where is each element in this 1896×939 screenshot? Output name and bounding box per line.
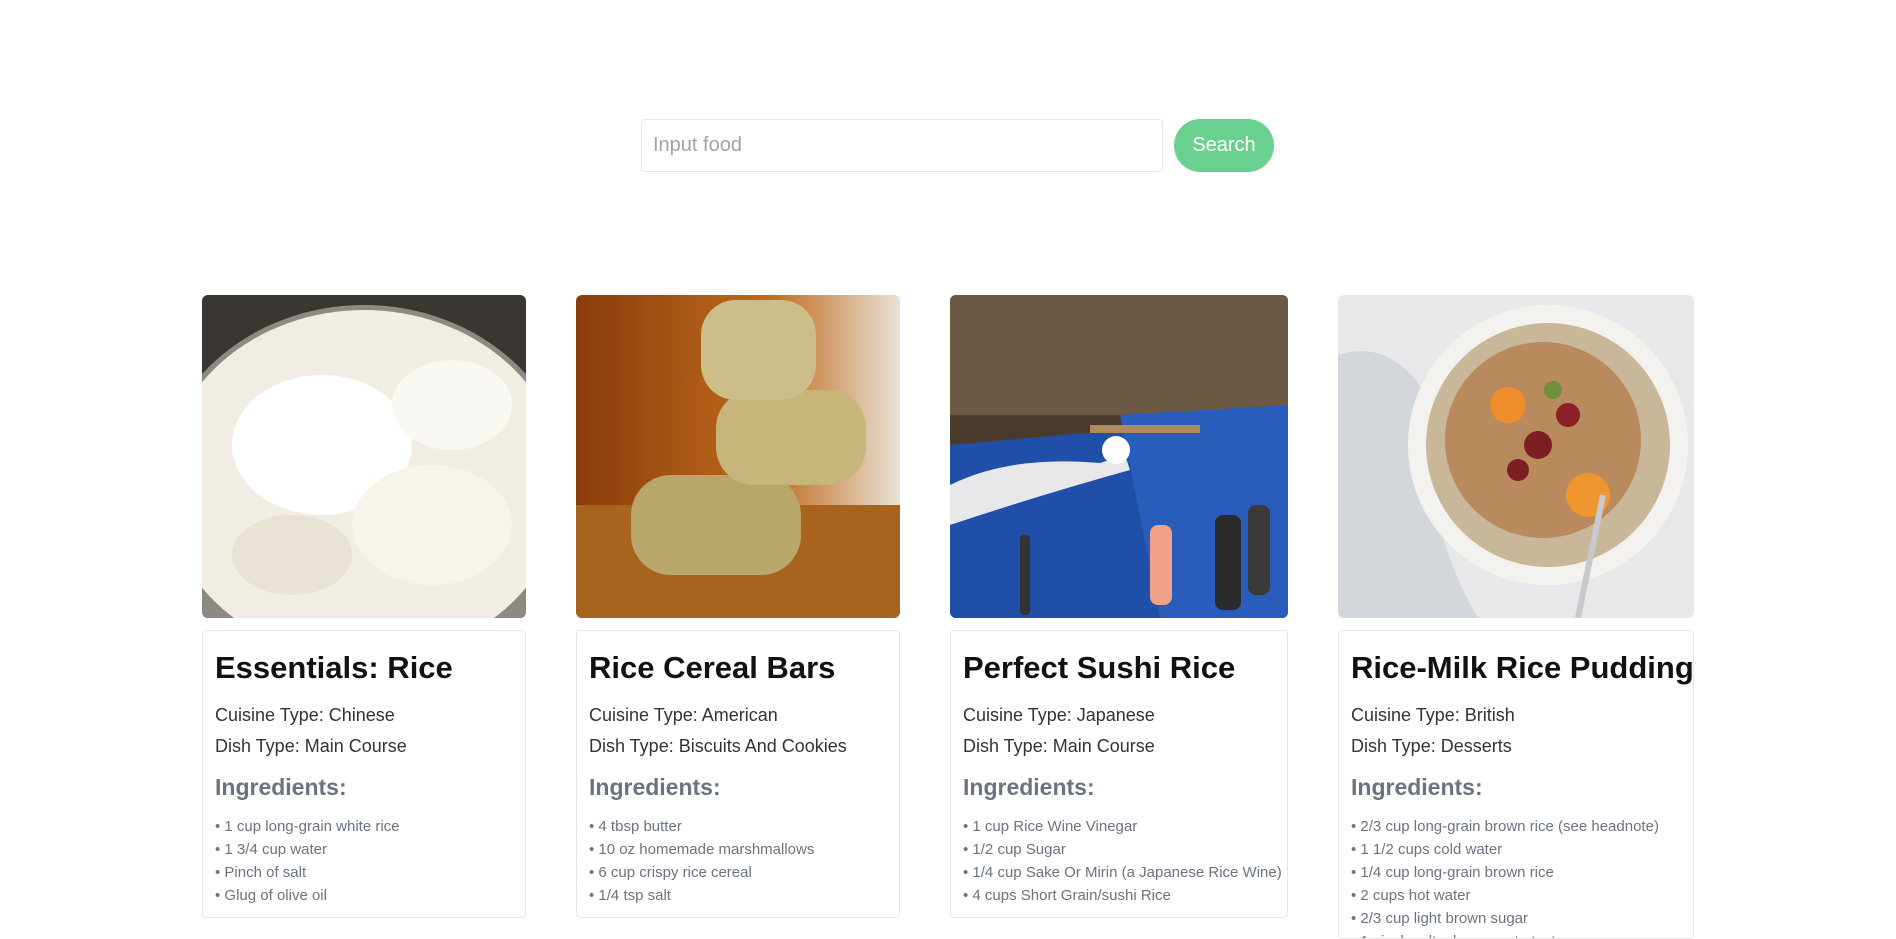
dish-type: Dish Type: Desserts	[1351, 736, 1512, 757]
recipe-photo-rice-milk-rice-pudding[interactable]	[1338, 295, 1694, 618]
ingredient-item: 2/3 cup light brown sugar	[1351, 907, 1681, 930]
dish-type: Dish Type: Main Course	[215, 736, 407, 757]
recipe-photo-rice-cereal-bars[interactable]	[576, 295, 900, 618]
ingredients-heading: Ingredients:	[589, 774, 721, 801]
ingredient-item: 2 cups hot water	[1351, 884, 1681, 907]
ingredient-item: 1/4 tsp salt	[589, 884, 887, 907]
ingredient-list: 1 cup Rice Wine Vinegar 1/2 cup Sugar 1/…	[963, 815, 1281, 907]
ingredients-heading: Ingredients:	[963, 774, 1095, 801]
recipe-card-rice-milk-rice-pudding: Rice-Milk Rice Pudding Cuisine Type: Bri…	[1338, 630, 1694, 939]
recipe-title[interactable]: Rice Cereal Bars	[589, 649, 887, 686]
cuisine-type: Cuisine Type: American	[589, 705, 778, 726]
food-search-input[interactable]	[641, 119, 1163, 172]
cuisine-type: Cuisine Type: British	[1351, 705, 1515, 726]
ingredient-item: 1 pinch salt, plus more to taste	[1351, 930, 1681, 938]
ingredient-item: Glug of olive oil	[215, 884, 513, 907]
recipe-card-rice-cereal-bars: Rice Cereal Bars Cuisine Type: American …	[576, 630, 900, 919]
ingredient-item: 1 1/2 cups cold water	[1351, 838, 1681, 861]
ingredient-item: 6 cup crispy rice cereal	[589, 861, 887, 884]
ingredient-item: 1 cup Rice Wine Vinegar	[963, 815, 1275, 838]
cuisine-type: Cuisine Type: Chinese	[215, 705, 395, 726]
search-button[interactable]: Search	[1174, 119, 1274, 172]
ingredient-item: 1 3/4 cup water	[215, 838, 513, 861]
recipe-title[interactable]: Essentials: Rice	[215, 649, 513, 686]
ingredient-item: 2/3 cup long-grain brown rice (see headn…	[1351, 815, 1681, 838]
ingredient-list: 1 cup long-grain white rice 1 3/4 cup wa…	[215, 815, 513, 907]
ingredient-item: 1/4 cup long-grain brown rice	[1351, 861, 1681, 884]
dish-type: Dish Type: Biscuits And Cookies	[589, 736, 847, 757]
recipe-title[interactable]: Rice-Milk Rice Pudding	[1351, 649, 1693, 686]
ingredient-item: 10 oz homemade marshmallows	[589, 838, 887, 861]
ingredient-item: 1 cup long-grain white rice	[215, 815, 513, 838]
ingredient-item: 1/4 cup Sake Or Mirin (a Japanese Rice W…	[963, 861, 1281, 884]
ingredient-item: 1/2 cup Sugar	[963, 838, 1275, 861]
ingredient-item: Pinch of salt	[215, 861, 513, 884]
ingredient-item: 4 cups Short Grain/sushi Rice	[963, 884, 1275, 907]
ingredients-heading: Ingredients:	[1351, 774, 1483, 801]
recipe-card-essentials-rice: Essentials: Rice Cuisine Type: Chinese D…	[202, 630, 526, 919]
ingredient-list: 2/3 cup long-grain brown rice (see headn…	[1351, 815, 1681, 938]
dish-type: Dish Type: Main Course	[963, 736, 1155, 757]
ingredient-list: 4 tbsp butter 10 oz homemade marshmallow…	[589, 815, 887, 907]
recipe-photo-essentials-rice[interactable]	[202, 295, 526, 618]
recipe-photo-perfect-sushi-rice[interactable]	[950, 295, 1288, 618]
ingredients-heading: Ingredients:	[215, 774, 347, 801]
recipe-title[interactable]: Perfect Sushi Rice	[963, 649, 1275, 686]
ingredient-item: 4 tbsp butter	[589, 815, 887, 838]
cuisine-type: Cuisine Type: Japanese	[963, 705, 1155, 726]
search-bar: Search	[641, 119, 1274, 172]
recipe-card-perfect-sushi-rice: Perfect Sushi Rice Cuisine Type: Japanes…	[950, 630, 1288, 919]
